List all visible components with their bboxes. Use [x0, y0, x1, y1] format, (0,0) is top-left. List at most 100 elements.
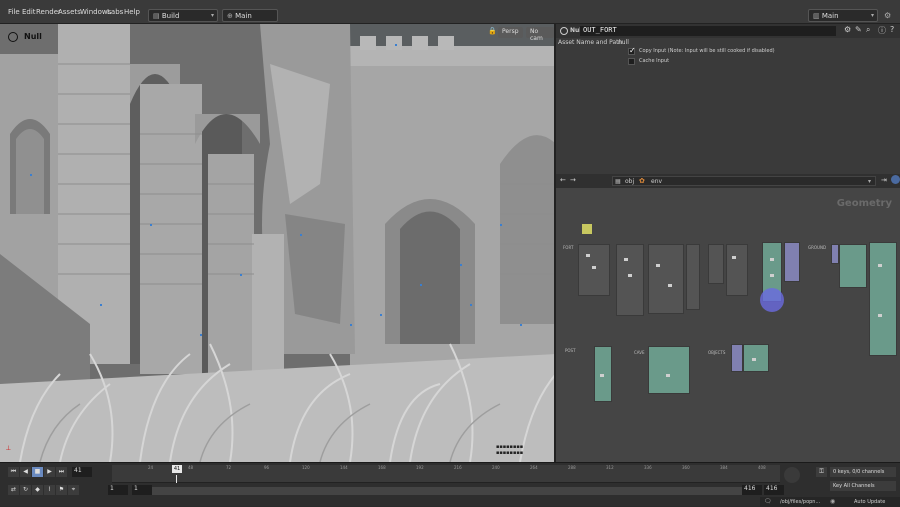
forward-arrow-icon[interactable]: → [570, 176, 576, 184]
info-icon[interactable]: ⓘ [878, 25, 886, 36]
menu-help[interactable]: Help [124, 8, 140, 16]
network-box-green[interactable] [648, 346, 690, 394]
back-arrow-icon[interactable]: ← [560, 176, 566, 184]
loop-icon[interactable]: ↻ [20, 485, 31, 495]
desktop-icon: ▤ [153, 12, 162, 20]
globe-icon[interactable] [891, 175, 900, 184]
network-node[interactable] [666, 374, 670, 377]
persp-camera-menu[interactable]: Persp [498, 27, 523, 38]
playhead-frame-marker[interactable]: 41 [172, 465, 182, 473]
desktop-main-select[interactable]: ⊕ Main [222, 9, 278, 22]
env-node-icon: ✿ [639, 177, 645, 185]
jump-end-icon[interactable]: ⏭ [56, 467, 67, 477]
axis-gizmo-icon: ⟂ [6, 444, 11, 452]
asset-name-label: Asset Name and Path [558, 39, 623, 46]
network-node[interactable] [770, 258, 774, 261]
network-box-green[interactable] [743, 344, 769, 372]
node-yellow[interactable] [582, 224, 592, 234]
scene-render [0, 24, 554, 462]
timeline-ruler[interactable]: 24 48 72 96 120 144 168 192 216 240 264 … [112, 465, 780, 483]
network-box[interactable] [648, 244, 684, 314]
search-icon[interactable]: ⌕ [866, 25, 870, 35]
start-frame-field[interactable]: 1 [108, 485, 128, 495]
network-box-purple[interactable] [731, 344, 743, 372]
end-frame-field[interactable]: 416 [742, 485, 762, 495]
network-node[interactable] [668, 284, 672, 287]
path-status[interactable]: /obj/files/popn... [780, 499, 820, 505]
help-icon[interactable]: ? [890, 25, 894, 34]
node-circle-icon [560, 27, 568, 35]
chat-icon[interactable]: 🗨 [764, 498, 772, 505]
gear-icon[interactable]: ⚙ [884, 11, 891, 20]
network-node[interactable] [732, 256, 736, 259]
end-frame-field-2[interactable]: 416 [764, 485, 784, 495]
audio-icon[interactable] [784, 467, 800, 483]
network-box-purple[interactable] [784, 242, 800, 282]
check-icon: ✓ [629, 46, 636, 55]
menu-assets[interactable]: Assets [58, 8, 81, 16]
network-node[interactable] [770, 274, 774, 277]
gear-icon[interactable]: ⚙ [844, 25, 851, 34]
no-cam-menu[interactable]: No cam [526, 27, 554, 42]
timeline-bar: ⏮ ◀ ■ ▶ ⏭ 41 24 48 72 96 120 144 168 192… [0, 462, 900, 507]
start-frame-field-2[interactable]: 1 [132, 485, 152, 495]
stop-icon[interactable]: ■ [32, 467, 43, 477]
tick-label: 168 [378, 465, 386, 470]
network-box-green[interactable] [839, 244, 867, 288]
cache-input-label: Cache Input [639, 58, 670, 64]
tick-label: 192 [416, 465, 424, 470]
lock-icon[interactable]: 🔒 [488, 27, 497, 35]
path-obj[interactable]: obj [625, 178, 634, 185]
copy-input-checkbox[interactable]: ✓ [628, 46, 636, 55]
keyframe-icon[interactable]: ◆ [32, 485, 43, 495]
menu-file[interactable]: File [8, 8, 20, 16]
current-frame-field[interactable]: 41 [72, 467, 92, 477]
node-name-field[interactable]: OUT_FORT [580, 26, 836, 36]
network-node[interactable] [586, 254, 590, 257]
scope-icon[interactable]: ⌖ [68, 485, 79, 495]
bookmark-icon[interactable]: ⚑ [56, 485, 67, 495]
network-node[interactable] [878, 264, 882, 267]
scene-viewport[interactable]: Null 🔒 Persp No cam ⟂ ▪▪▪▪▪▪▪▪ ▪▪▪▪▪▪▪▪ [0, 24, 556, 462]
network-box[interactable] [686, 244, 700, 310]
network-node[interactable] [628, 274, 632, 277]
selected-output-node[interactable] [760, 288, 784, 312]
network-path-field[interactable]: ▦ obj ✿ env ▾ [612, 176, 876, 186]
network-node[interactable] [592, 266, 596, 269]
frame-range-slider[interactable] [152, 487, 742, 495]
realtime-toggle-icon[interactable]: ⇄ [8, 485, 19, 495]
desktop-build-select[interactable]: ▤ Build ▾ [148, 9, 218, 22]
copy-input-label: Copy Input (Note: Input will be still co… [639, 48, 775, 54]
play-icon[interactable]: ▶ [44, 467, 55, 477]
brush-icon[interactable]: ✎ [855, 25, 862, 34]
key-all-channels-button[interactable]: Key All Channels [830, 481, 896, 491]
parameter-pane: Null OUT_FORT ⚙ ✎ ⌕ ⓘ ? Asset Name and P… [556, 24, 900, 174]
network-node[interactable] [878, 314, 882, 317]
network-box[interactable] [708, 244, 724, 284]
menu-labs[interactable]: Labs [107, 8, 123, 16]
asset-name-value: null [618, 39, 629, 46]
cache-input-checkbox[interactable] [628, 58, 635, 65]
network-node[interactable] [624, 258, 628, 261]
tick-label: 240 [492, 465, 500, 470]
network-node[interactable] [656, 264, 660, 267]
network-box-purple[interactable] [831, 244, 839, 264]
key-icon[interactable]: ⚿ [816, 467, 827, 477]
network-box[interactable] [578, 244, 610, 296]
snap-icon[interactable]: ⌇ [44, 485, 55, 495]
pin-icon[interactable]: ⇥ [881, 176, 887, 184]
viewport-stats-overlay: ▪▪▪▪▪▪▪▪ ▪▪▪▪▪▪▪▪ [496, 444, 524, 456]
chevron-down-icon[interactable]: ▾ [868, 178, 871, 185]
step-back-icon[interactable]: ◀ [20, 467, 31, 477]
network-box-green[interactable] [869, 242, 897, 356]
desktop-right-select[interactable]: ▥ Main ▾ [808, 9, 878, 22]
network-node[interactable] [752, 358, 756, 361]
network-node[interactable] [600, 374, 604, 377]
network-pane[interactable]: ← → ▦ obj ✿ env ▾ ⇥ Geometry FORT GROUND… [556, 174, 900, 462]
network-box[interactable] [616, 244, 644, 316]
auto-update-button[interactable]: Auto Update [854, 499, 885, 505]
jump-start-icon[interactable]: ⏮ [8, 467, 19, 477]
network-box[interactable] [726, 244, 748, 296]
menu-edit[interactable]: Edit [22, 8, 36, 16]
path-env[interactable]: env [651, 178, 662, 185]
